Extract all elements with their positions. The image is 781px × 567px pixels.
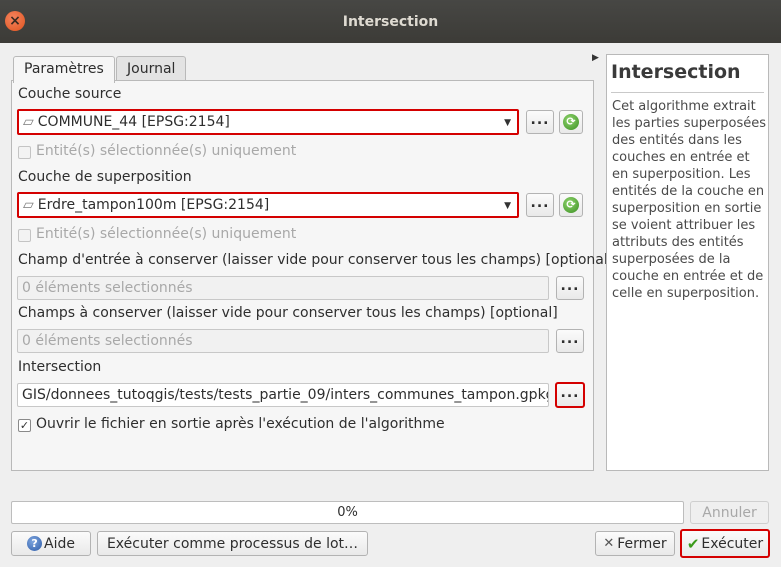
close-button[interactable]: ✕ Fermer	[595, 531, 675, 556]
source-layer-label: Couche source	[18, 86, 122, 102]
help-icon: ?	[27, 536, 43, 551]
overlay-fields-field[interactable]: 0 éléments selectionnés	[17, 329, 549, 353]
overlay-layer-iterate-button[interactable]: ⟳	[559, 193, 583, 217]
output-label: Intersection	[18, 359, 102, 375]
output-path-input[interactable]: GIS/donnees_tutoqgis/tests/tests_partie_…	[17, 383, 549, 407]
open-output-label: Ouvrir le fichier en sortie après l'exéc…	[36, 416, 445, 432]
overlay-layer-label: Couche de superposition	[18, 169, 192, 185]
overlay-layer-value: Erdre_tampon100m [EPSG:2154]	[37, 197, 270, 213]
overlay-layer-combo[interactable]: ▱ Erdre_tampon100m [EPSG:2154] ▼	[17, 192, 519, 218]
input-fields-browse-button[interactable]: ...	[556, 276, 584, 300]
source-selected-only-checkbox[interactable]	[18, 146, 31, 159]
help-button[interactable]: ? Aide	[11, 531, 91, 556]
progress-text: 0%	[337, 505, 358, 520]
close-icon[interactable]: ×	[5, 11, 25, 31]
tab-parametres[interactable]: Paramètres	[13, 56, 115, 83]
refresh-icon: ⟳	[563, 197, 579, 213]
source-layer-iterate-button[interactable]: ⟳	[559, 110, 583, 134]
output-browse-button[interactable]: ...	[555, 382, 585, 408]
overlay-selected-only-checkbox[interactable]	[18, 229, 31, 242]
source-layer-value: COMMUNE_44 [EPSG:2154]	[37, 114, 230, 130]
run-button-label: Exécuter	[701, 535, 764, 552]
close-button-label: Fermer	[617, 535, 667, 552]
help-button-label: Aide	[44, 535, 75, 552]
tab-journal[interactable]: Journal	[116, 56, 187, 81]
help-panel: Intersection Cet algorithme extrait les …	[606, 54, 769, 471]
source-layer-browse-button[interactable]: ...	[526, 110, 554, 134]
overlay-fields-label: Champs à conserver (laisser vide pour co…	[18, 305, 558, 321]
checkmark-icon: ✔	[686, 534, 700, 553]
cancel-button[interactable]: Annuler	[690, 501, 769, 524]
progress-bar: 0%	[11, 501, 684, 524]
vector-layer-icon: ▱	[23, 197, 34, 213]
source-layer-combo[interactable]: ▱ COMMUNE_44 [EPSG:2154] ▼	[17, 109, 519, 135]
input-fields-field[interactable]: 0 éléments selectionnés	[17, 276, 549, 300]
source-selected-only-label: Entité(s) sélectionnée(s) uniquement	[36, 143, 297, 159]
open-output-checkbox[interactable]: ✓	[18, 419, 31, 432]
refresh-icon: ⟳	[563, 114, 579, 130]
dropdown-arrow-icon: ▼	[504, 118, 511, 128]
run-button[interactable]: ✔ Exécuter	[680, 529, 770, 558]
dropdown-arrow-icon: ▼	[504, 201, 511, 211]
overlay-layer-browse-button[interactable]: ...	[526, 193, 554, 217]
input-fields-label: Champ d'entrée à conserver (laisser vide…	[18, 252, 614, 268]
window-title: Intersection	[342, 13, 439, 30]
help-description: Cet algorithme extrait les parties super…	[612, 99, 767, 301]
title-bar: × Intersection	[0, 0, 781, 43]
overlay-selected-only-label: Entité(s) sélectionnée(s) uniquement	[36, 226, 297, 242]
close-x-icon: ✕	[603, 536, 615, 551]
help-title: Intersection	[611, 61, 741, 83]
batch-process-button[interactable]: Exécuter comme processus de lot…	[97, 531, 368, 556]
overlay-fields-browse-button[interactable]: ...	[556, 329, 584, 353]
help-divider	[611, 92, 764, 93]
collapse-arrow-icon[interactable]: ▶	[592, 53, 599, 63]
vector-layer-icon: ▱	[23, 114, 34, 130]
